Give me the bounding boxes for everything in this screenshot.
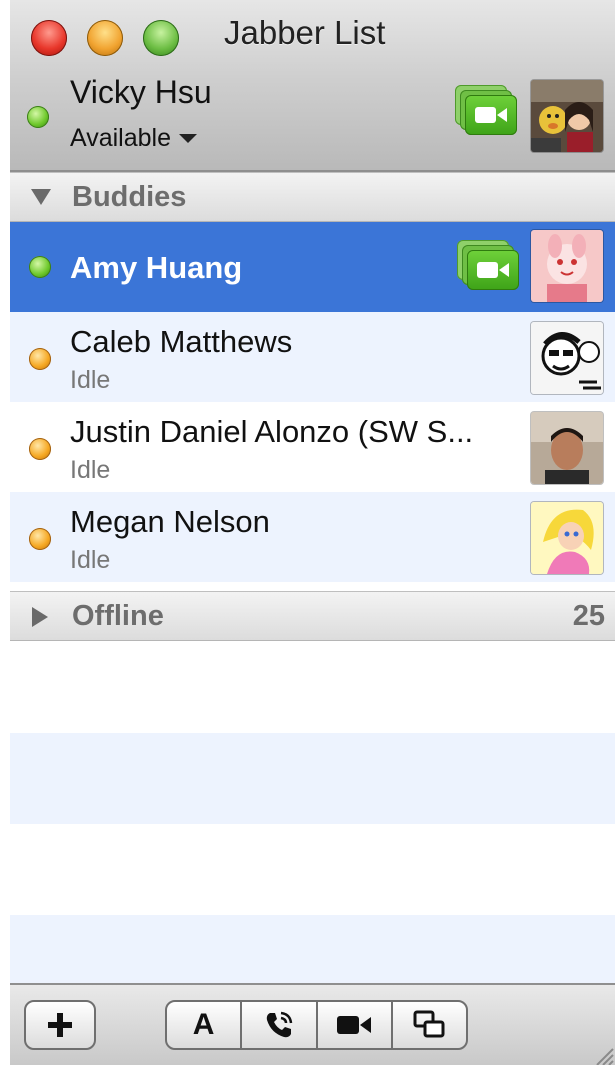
- disclosure-triangle-open-icon[interactable]: [30, 187, 52, 207]
- buddy-name: Caleb Matthews: [70, 324, 293, 359]
- disclosure-triangle-closed-icon[interactable]: [30, 606, 50, 628]
- screen-share-button[interactable]: [393, 1002, 466, 1048]
- minimize-button[interactable]: [87, 20, 123, 56]
- empty-row: [10, 733, 615, 824]
- status-label: Available: [70, 124, 172, 152]
- action-button-group: A: [165, 1000, 468, 1050]
- buddy-row[interactable]: Amy Huang: [10, 222, 615, 312]
- window-title: Jabber List: [224, 14, 386, 51]
- group-label: Offline: [72, 600, 164, 632]
- group-header-buddies[interactable]: Buddies: [10, 172, 615, 222]
- presence-available-icon: [29, 256, 51, 278]
- buddy-status: Idle: [70, 546, 111, 574]
- group-header-offline[interactable]: Offline 25: [10, 591, 615, 641]
- buddy-name: Amy Huang: [70, 250, 243, 285]
- buddy-name: Megan Nelson: [70, 504, 270, 539]
- bottom-toolbar: A: [10, 983, 615, 1065]
- group-label: Buddies: [72, 181, 187, 213]
- offline-count: 25: [572, 600, 605, 632]
- jabber-list-window: Jabber List Vicky Hsu Available Buddies …: [10, 0, 615, 1065]
- buddy-name: Justin Daniel Alonzo (SW S...: [70, 414, 474, 449]
- buddy-avatar: [531, 502, 603, 574]
- video-call-button[interactable]: [318, 1002, 393, 1048]
- my-presence-icon: [27, 106, 49, 128]
- font-button[interactable]: A: [167, 1002, 243, 1048]
- zoom-button[interactable]: [143, 20, 179, 56]
- title-bar: Jabber List Vicky Hsu Available: [10, 0, 615, 172]
- font-icon: A: [192, 1008, 215, 1041]
- video-camera-icon[interactable]: [455, 85, 517, 135]
- presence-idle-icon: [29, 348, 51, 370]
- empty-row: [10, 915, 615, 983]
- buddy-row[interactable]: Megan Nelson Idle: [10, 492, 615, 582]
- resize-grip-icon[interactable]: [591, 1043, 615, 1065]
- presence-idle-icon: [29, 438, 51, 460]
- add-contact-button[interactable]: [24, 1000, 96, 1050]
- chevron-down-icon: [179, 134, 198, 143]
- video-camera-icon[interactable]: [457, 240, 519, 290]
- buddy-avatar: [531, 412, 603, 484]
- add-icon: [48, 1013, 72, 1037]
- buddy-avatar: [531, 322, 603, 394]
- account-name: Vicky Hsu: [70, 74, 212, 110]
- phone-icon: [266, 1011, 293, 1038]
- presence-idle-icon: [29, 528, 51, 550]
- buddy-status: Idle: [70, 366, 111, 394]
- buddy-row[interactable]: Caleb Matthews Idle: [10, 312, 615, 402]
- close-button[interactable]: [31, 20, 67, 56]
- audio-call-button[interactable]: [242, 1002, 318, 1048]
- my-avatar[interactable]: [531, 80, 603, 152]
- screen-share-icon: [413, 1010, 445, 1038]
- buddy-status: Idle: [70, 456, 111, 484]
- buddy-row[interactable]: Justin Daniel Alonzo (SW S... Idle: [10, 402, 615, 492]
- status-menu[interactable]: Available: [70, 124, 198, 153]
- video-camera-icon: [337, 1016, 372, 1034]
- buddy-avatar: [531, 230, 603, 302]
